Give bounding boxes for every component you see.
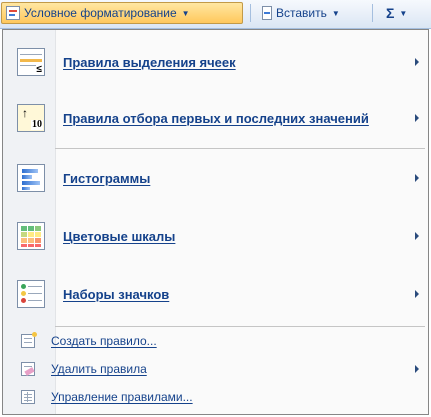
menu-item-color-scales[interactable]: Цветовые шкалы xyxy=(4,208,427,264)
menu-item-label: Наборы значков xyxy=(63,286,170,302)
top-bottom-rules-icon: ↑ 10 xyxy=(17,104,45,132)
conditional-formatting-button[interactable]: Условное форматирование ▼ xyxy=(1,2,243,24)
menu-item-label: Удалить правила xyxy=(51,362,147,376)
menu-divider xyxy=(55,148,425,149)
highlight-cells-rules-icon: ≤ xyxy=(17,48,45,76)
conditional-formatting-icon xyxy=(6,6,20,20)
new-rule-icon xyxy=(21,332,37,348)
menu-item-label: Гистограммы xyxy=(63,170,151,186)
submenu-arrow-icon xyxy=(415,365,419,373)
insert-icon xyxy=(262,6,272,20)
menu-item-label: Цветовые шкалы xyxy=(63,228,176,244)
submenu-arrow-icon xyxy=(415,232,419,240)
sigma-icon: Σ xyxy=(386,5,395,21)
submenu-arrow-icon xyxy=(415,114,419,122)
menu-item-label: Правила выделения ячеек xyxy=(63,54,236,70)
conditional-formatting-label: Условное форматирование xyxy=(24,6,177,20)
menu-item-manage-rules[interactable]: Управление правилами... xyxy=(4,385,427,409)
menu-item-highlight-cells-rules[interactable]: ≤ Правила выделения ячеек xyxy=(4,34,427,90)
ten-glyph: 10 xyxy=(31,119,43,130)
less-equal-glyph: ≤ xyxy=(35,64,43,75)
data-bars-icon xyxy=(17,164,45,192)
submenu-arrow-icon xyxy=(415,290,419,298)
menu-item-clear-rules[interactable]: Удалить правила xyxy=(4,357,427,381)
toolbar-divider xyxy=(250,4,251,22)
menu-item-new-rule[interactable]: Создать правило... xyxy=(4,329,427,353)
manage-rules-icon xyxy=(21,390,35,404)
icon-sets-icon xyxy=(17,280,45,308)
color-scales-icon xyxy=(17,222,45,250)
submenu-arrow-icon xyxy=(415,174,419,182)
toolbar-divider xyxy=(372,4,373,22)
clear-rules-icon xyxy=(21,362,35,376)
conditional-formatting-menu: ≤ Правила выделения ячеек ↑ 10 Правила о… xyxy=(2,29,429,415)
autosum-button[interactable]: Σ ▼ xyxy=(382,2,411,24)
ribbon-toolbar: Условное форматирование ▼ Вставить ▼ Σ ▼ xyxy=(0,0,431,29)
menu-item-icon-sets[interactable]: Наборы значков xyxy=(4,266,427,322)
insert-button[interactable]: Вставить ▼ xyxy=(258,2,344,24)
menu-item-label: Управление правилами... xyxy=(51,390,193,404)
menu-item-data-bars[interactable]: Гистограммы xyxy=(4,150,427,206)
submenu-arrow-icon xyxy=(415,58,419,66)
insert-label: Вставить xyxy=(276,6,327,20)
menu-item-top-bottom-rules[interactable]: ↑ 10 Правила отбора первых и последних з… xyxy=(4,90,427,146)
menu-item-label: Правила отбора первых и последних значен… xyxy=(63,110,369,126)
chevron-down-icon: ▼ xyxy=(399,8,408,18)
chevron-down-icon: ▼ xyxy=(181,8,190,18)
menu-divider xyxy=(55,326,425,327)
chevron-down-icon: ▼ xyxy=(331,8,340,18)
menu-item-label: Создать правило... xyxy=(51,334,157,348)
